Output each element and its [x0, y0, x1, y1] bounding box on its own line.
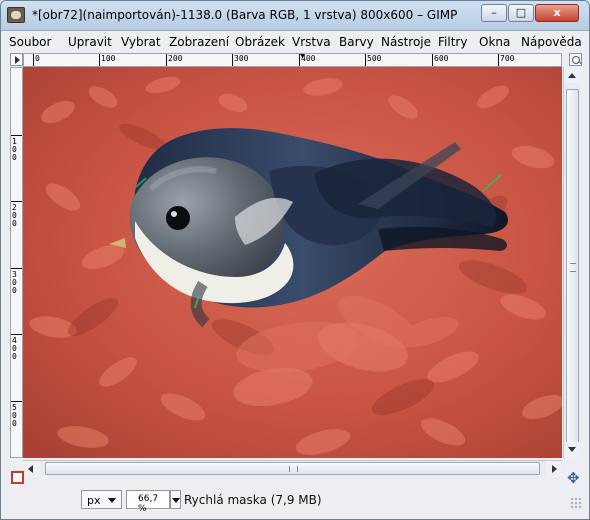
zoom-dropdown-icon[interactable]: [170, 490, 181, 509]
maximize-button[interactable]: □: [508, 4, 534, 22]
menu-vybrat[interactable]: Vybrat: [121, 35, 161, 49]
horizontal-scrollbar[interactable]: [23, 460, 562, 477]
ruler-label: 0: [35, 54, 40, 63]
ruler-major-tick: [498, 54, 499, 66]
minimize-button[interactable]: –: [481, 4, 507, 22]
menu-obrazek[interactable]: Obrázek: [235, 35, 285, 49]
navigate-image-icon[interactable]: [567, 469, 582, 487]
status-bar: px 66,7 % Rychlá maska (7,9 MB): [1, 487, 589, 515]
ruler-label: 700: [500, 54, 515, 63]
ruler-major-tick: [99, 54, 100, 66]
ruler-major-tick: [365, 54, 366, 66]
ruler-major-tick: [299, 54, 300, 66]
status-message: Rychlá maska (7,9 MB): [184, 493, 322, 507]
menu-filtry[interactable]: Filtry: [438, 35, 467, 49]
ruler-major-tick: [11, 268, 22, 269]
ruler-major-tick: [11, 401, 22, 402]
menu-bar: Soubor Upravit Vybrat Zobrazení Obrázek …: [9, 32, 582, 52]
ruler-label: 100: [101, 54, 116, 63]
vertical-scroll-thumb[interactable]: [566, 89, 579, 443]
ruler-major-tick: [11, 201, 22, 202]
ruler-major-tick: [166, 54, 167, 66]
menu-okna[interactable]: Okna: [479, 35, 510, 49]
scroll-down-icon[interactable]: [564, 442, 580, 458]
zoom-input[interactable]: 66,7 %: [126, 490, 170, 514]
scroll-left-icon[interactable]: [23, 461, 39, 477]
menu-nastroje[interactable]: Nástroje: [381, 35, 431, 49]
close-button[interactable]: x: [535, 4, 579, 22]
gimp-window: *[obr72](naimportován)-1138.0 (Barva RGB…: [0, 0, 590, 520]
menu-upravit[interactable]: Upravit: [68, 35, 112, 49]
ruler-label: 4 0 0: [12, 336, 17, 361]
menu-soubor[interactable]: Soubor: [9, 35, 51, 49]
maximize-icon: □: [515, 6, 527, 19]
ruler-label: 300: [234, 54, 249, 63]
zoom-to-fit-icon[interactable]: [569, 53, 582, 66]
ruler-label: 600: [434, 54, 449, 63]
ruler-major-tick: [232, 54, 233, 66]
ruler-label: 500: [367, 54, 382, 63]
ruler-label: 3 0 0: [12, 270, 17, 295]
photo-bird-on-red-plants: [23, 67, 562, 458]
menu-barvy[interactable]: Barvy: [339, 35, 374, 49]
ruler-label: 2 0 0: [12, 203, 17, 228]
gimp-app-icon: [7, 7, 25, 23]
ruler-major-tick: [432, 54, 433, 66]
close-icon: x: [553, 6, 561, 19]
ruler-corner-button[interactable]: [10, 53, 23, 66]
ruler-major-tick: [11, 334, 22, 335]
unit-select[interactable]: px: [81, 490, 122, 509]
scroll-up-icon[interactable]: [564, 67, 580, 83]
menu-zobrazeni[interactable]: Zobrazení: [169, 35, 229, 49]
scroll-right-icon[interactable]: [546, 461, 562, 477]
minimize-icon: –: [491, 6, 497, 19]
resize-grip-icon[interactable]: [570, 497, 582, 509]
horizontal-scroll-thumb[interactable]: [45, 462, 540, 475]
ruler-major-tick: [33, 54, 34, 66]
menu-napoveda[interactable]: Nápověda: [521, 35, 582, 49]
ruler-label: 200: [168, 54, 183, 63]
ruler-label: 5 0 0: [12, 403, 17, 428]
zoom-value: 66,7 %: [138, 494, 159, 514]
image-canvas[interactable]: [23, 67, 562, 458]
horizontal-ruler[interactable]: 0 100 200 300 400 500 600 700: [23, 53, 562, 67]
vertical-ruler[interactable]: 1 0 0 2 0 0 3 0 0 4 0 0 5 0 0: [10, 67, 23, 458]
ruler-label: 1 0 0: [12, 137, 17, 162]
title-bar[interactable]: *[obr72](naimportován)-1138.0 (Barva RGB…: [1, 1, 589, 31]
ruler-major-tick: [11, 135, 22, 136]
menu-vrstva[interactable]: Vrstva: [292, 35, 331, 49]
quick-mask-toggle[interactable]: [11, 471, 24, 484]
window-title: *[obr72](naimportován)-1138.0 (Barva RGB…: [32, 8, 458, 22]
vertical-scrollbar[interactable]: [563, 67, 580, 458]
unit-value: px: [87, 494, 101, 507]
